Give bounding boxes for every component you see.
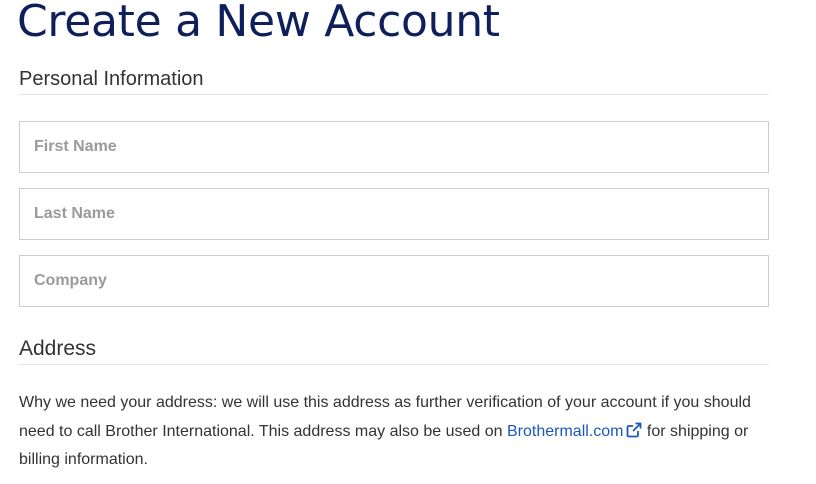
- company-field[interactable]: [19, 255, 769, 307]
- brothermall-link[interactable]: Brothermall.com: [507, 420, 642, 440]
- address-explanation: Why we need your address: we will use th…: [19, 389, 769, 475]
- page-title: Create a New Account: [17, 0, 500, 47]
- section-heading-address: Address: [19, 336, 769, 365]
- first-name-field[interactable]: [19, 121, 769, 173]
- external-link-icon: [626, 420, 642, 437]
- section-heading-personal-information: Personal Information: [19, 66, 769, 95]
- last-name-field[interactable]: [19, 188, 769, 240]
- brothermall-link-label: Brothermall.com: [507, 422, 624, 440]
